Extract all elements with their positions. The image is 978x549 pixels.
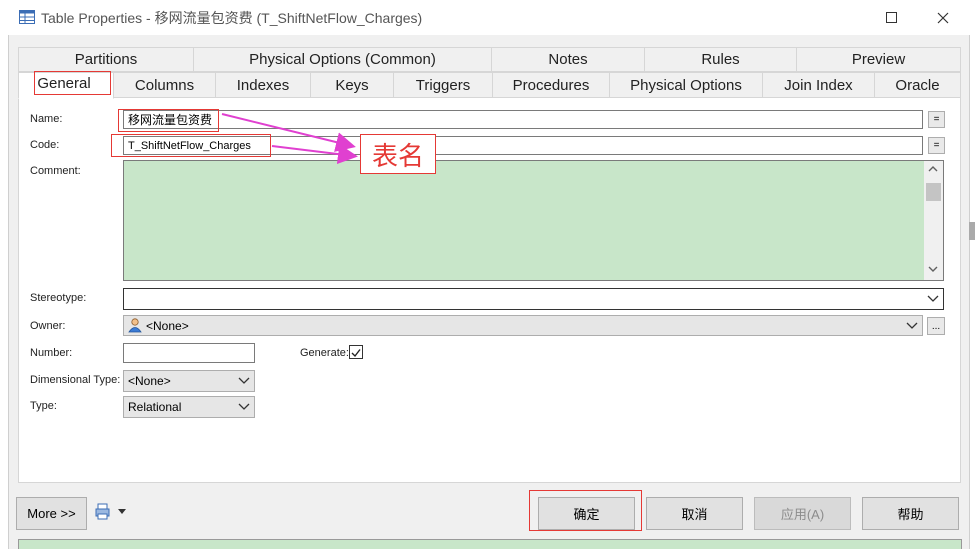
annotation-label: 表名 (360, 134, 436, 174)
number-label: Number: (30, 347, 73, 359)
arrow-from-code (271, 144, 358, 164)
arrow-from-name (221, 113, 356, 152)
stereotype-label: Stereotype: (30, 292, 87, 304)
chevron-down-icon[interactable] (906, 322, 918, 330)
apply-button[interactable]: 应用(A) (754, 497, 851, 530)
cancel-button[interactable]: 取消 (646, 497, 743, 530)
background-strip (18, 539, 962, 549)
chevron-down-icon[interactable] (238, 377, 250, 385)
owner-label: Owner: (30, 320, 66, 332)
more-button[interactable]: More >> (16, 497, 87, 530)
generate-label: Generate: (300, 347, 349, 359)
print-icon[interactable] (95, 503, 111, 520)
user-icon (128, 318, 142, 333)
dropdown-arrow-icon[interactable] (118, 509, 126, 514)
help-button[interactable]: 帮助 (862, 497, 959, 530)
stereotype-combobox[interactable] (123, 288, 944, 310)
check-icon (351, 349, 361, 358)
number-input[interactable] (123, 343, 255, 363)
annotation-arrows (221, 113, 358, 164)
type-combobox[interactable]: Relational (123, 396, 255, 418)
owner-ellipsis-button[interactable]: ... (927, 317, 945, 335)
owner-combobox[interactable]: <None> (123, 315, 923, 336)
generate-checkbox[interactable] (349, 345, 363, 359)
dimensional-type-combobox[interactable]: <None> (123, 370, 255, 392)
chevron-down-icon[interactable] (238, 403, 250, 411)
type-label: Type: (30, 400, 57, 412)
dimensional-type-label: Dimensional Type: (30, 374, 121, 386)
ok-button-highlight (529, 490, 642, 531)
chevron-down-icon[interactable] (927, 295, 939, 303)
